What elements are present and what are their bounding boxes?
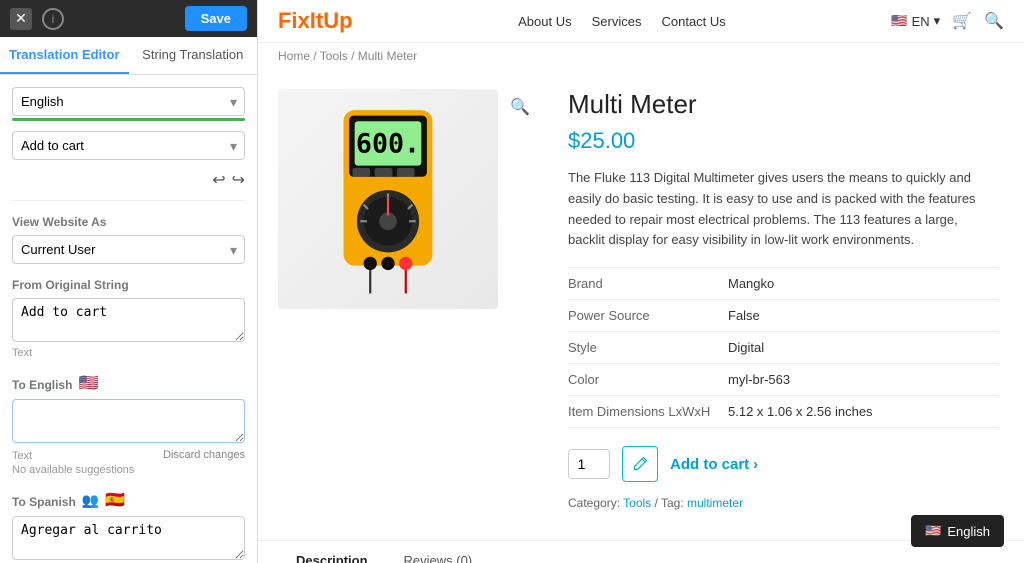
product-description: The Fluke 113 Digital Multimeter gives u…	[568, 168, 998, 251]
redo-button[interactable]: ↪	[232, 170, 245, 190]
lang-bar-label: English	[947, 524, 990, 539]
site-logo: FixItUp	[278, 8, 353, 34]
undo-redo-row: ↩ ↪	[12, 170, 245, 190]
nav-services[interactable]: Services	[592, 14, 642, 29]
product-specs: Brand Mangko Power Source False Style Di…	[568, 267, 998, 428]
to-english-header: To English 🇺🇸	[12, 373, 245, 393]
from-original-section: From Original String Add to cart Text	[12, 274, 245, 359]
quantity-input[interactable]	[568, 449, 610, 479]
multimeter-svg: 600.	[303, 99, 473, 299]
tab-translation-editor[interactable]: Translation Editor	[0, 37, 129, 74]
to-spanish-textarea[interactable]: Agregar al carrito	[12, 516, 245, 560]
panel-tabs: Translation Editor String Translation	[0, 37, 257, 75]
english-flag: 🇺🇸	[78, 373, 98, 393]
category-tag-row: Category: Tools / Tag: multimeter	[568, 496, 1004, 510]
to-english-section: To English 🇺🇸 Text Discard changes No av…	[12, 369, 245, 476]
chevron-down-icon: ▾	[934, 13, 941, 29]
from-original-textarea[interactable]: Add to cart	[12, 298, 245, 342]
close-button[interactable]: ✕	[10, 8, 32, 30]
lang-bar-flag: 🇺🇸	[925, 523, 941, 539]
spec-style: Style Digital	[568, 332, 998, 364]
search-icon[interactable]: 🔍	[984, 11, 1004, 31]
save-button[interactable]: Save	[185, 6, 247, 31]
language-select[interactable]: English Spanish French	[12, 87, 245, 116]
green-bar	[12, 118, 245, 121]
to-spanish-header: To Spanish 👥 🇪🇸	[12, 490, 245, 510]
product-image: 600.	[278, 89, 498, 309]
product-image-col: 600.	[278, 89, 538, 510]
product-price: $25.00	[568, 128, 1004, 154]
site-preview: FixItUp About Us Services Contact Us 🇺🇸 …	[258, 0, 1024, 563]
svg-text:600.: 600.	[356, 128, 420, 159]
english-discard-link[interactable]: Discard changes	[163, 449, 245, 461]
current-user-select[interactable]: Current User Guest Admin	[12, 235, 245, 264]
nav-contact-us[interactable]: Contact Us	[661, 14, 725, 29]
lang-flag: 🇺🇸	[891, 13, 907, 29]
spec-brand: Brand Mangko	[568, 268, 998, 300]
add-to-cart-button[interactable]: Add to cart ›	[670, 456, 758, 473]
string-select-wrapper: Add to cart Checkout View cart	[12, 131, 245, 160]
to-english-label: To English	[12, 378, 72, 392]
cart-icon[interactable]: 🛒	[952, 11, 972, 31]
translation-panel: ✕ i Save Translation Editor String Trans…	[0, 0, 258, 563]
nav-about-us[interactable]: About Us	[518, 14, 571, 29]
language-selector[interactable]: 🇺🇸 EN ▾	[891, 13, 940, 29]
view-website-label: View Website As	[12, 215, 245, 229]
people-icon: 👥	[82, 492, 99, 509]
nav-icons: 🇺🇸 EN ▾ 🛒 🔍	[891, 11, 1004, 31]
undo-button[interactable]: ↩	[212, 170, 225, 190]
nav-links: About Us Services Contact Us	[518, 14, 726, 29]
tab-string-translation[interactable]: String Translation	[129, 37, 258, 74]
language-select-wrapper: English Spanish French	[12, 87, 245, 116]
chevron-right-icon: ›	[753, 456, 758, 473]
info-button[interactable]: i	[42, 8, 64, 30]
product-area: 600.	[258, 69, 1024, 530]
language-bar[interactable]: 🇺🇸 English	[911, 515, 1004, 547]
category-link[interactable]: Tools	[623, 496, 651, 510]
spec-power-source: Power Source False	[568, 300, 998, 332]
breadcrumb: Home / Tools / Multi Meter	[258, 43, 1024, 69]
product-title: Multi Meter	[568, 89, 1004, 120]
tag-link[interactable]: multimeter	[687, 496, 743, 510]
from-original-label: From Original String	[12, 278, 245, 292]
spec-color: Color myl-br-563	[568, 364, 998, 396]
from-text-type: Text	[12, 347, 245, 359]
zoom-icon[interactable]: 🔍	[510, 97, 530, 117]
to-english-text-type: Text	[12, 450, 32, 462]
tab-description[interactable]: Description	[278, 541, 386, 563]
current-user-select-wrapper: Current User Guest Admin	[12, 235, 245, 264]
spanish-flag: 🇪🇸	[105, 490, 125, 510]
pencil-icon	[632, 456, 648, 472]
tab-reviews[interactable]: Reviews (0)	[386, 541, 491, 563]
top-bar: ✕ i Save	[0, 0, 257, 37]
to-english-textarea[interactable]	[12, 399, 245, 443]
view-website-section: View Website As Current User Guest Admin	[12, 200, 245, 264]
lang-code: EN	[912, 14, 930, 29]
to-spanish-section: To Spanish 👥 🇪🇸 Agregar al carrito Text …	[12, 486, 245, 563]
product-info-col: Multi Meter $25.00 The Fluke 113 Digital…	[568, 89, 1004, 510]
string-select[interactable]: Add to cart Checkout View cart	[12, 131, 245, 160]
site-nav: FixItUp About Us Services Contact Us 🇺🇸 …	[258, 0, 1024, 43]
english-no-suggestions: No available suggestions	[12, 464, 245, 476]
add-to-cart-row: Add to cart ›	[568, 446, 1004, 482]
english-discard-row: Text Discard changes	[12, 448, 245, 462]
product-tabs: Description Reviews (0)	[258, 540, 1024, 563]
panel-body: English Spanish French Add to cart Check…	[0, 75, 257, 563]
edit-icon-button[interactable]	[622, 446, 658, 482]
to-spanish-label: To Spanish	[12, 495, 76, 509]
spec-dimensions: Item Dimensions LxWxH 5.12 x 1.06 x 2.56…	[568, 396, 998, 428]
